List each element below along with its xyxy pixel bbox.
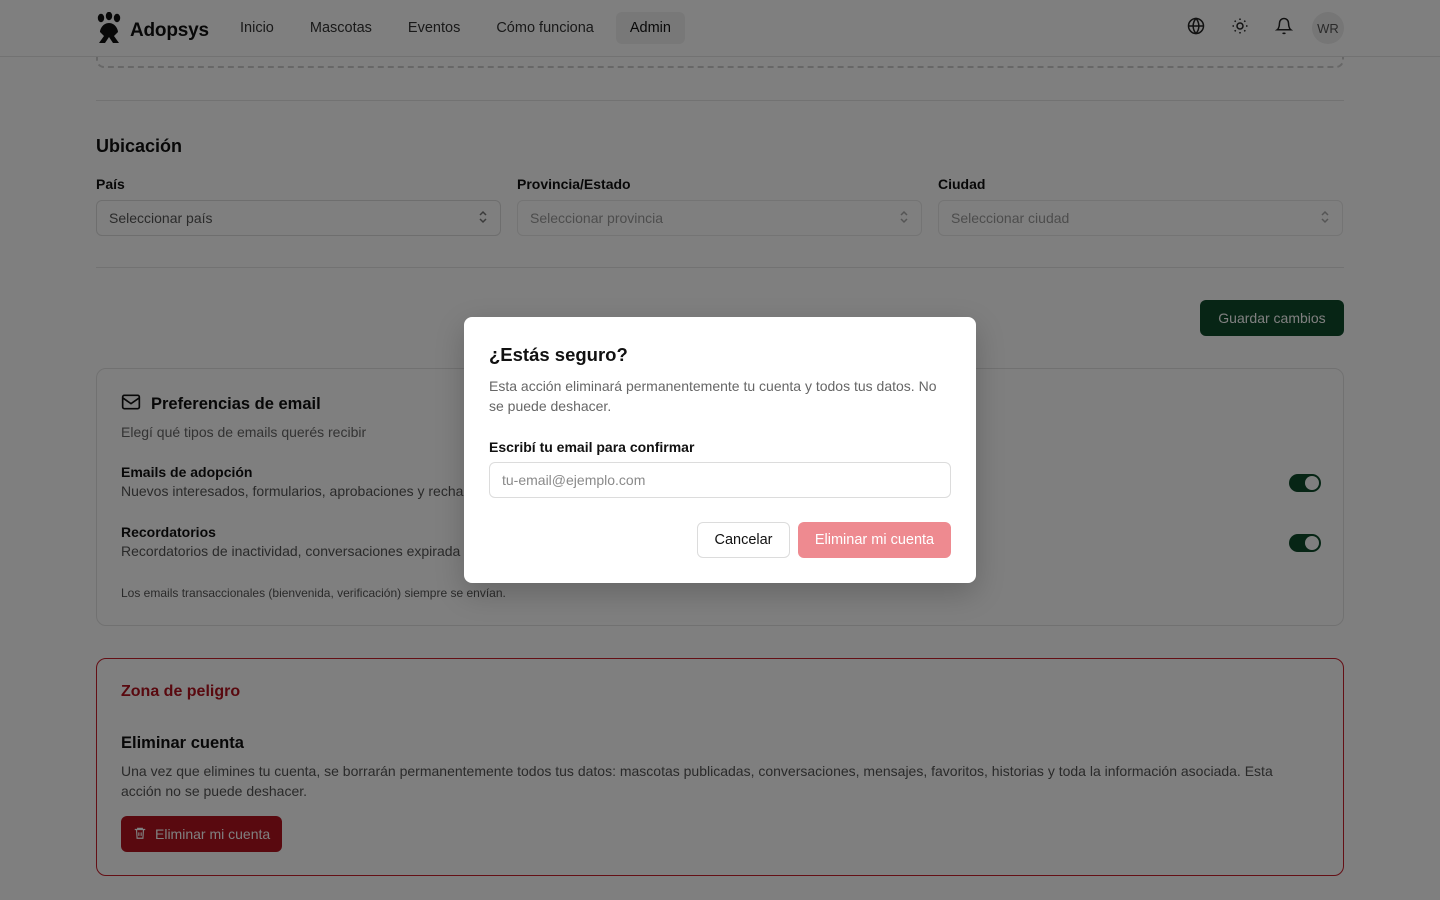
confirm-delete-dialog: ¿Estás seguro? Esta acción eliminará per… — [464, 317, 976, 583]
confirm-delete-button[interactable]: Eliminar mi cuenta — [798, 522, 951, 558]
cancel-button[interactable]: Cancelar — [697, 522, 790, 558]
confirm-email-input[interactable] — [489, 462, 951, 498]
dialog-description: Esta acción eliminará permanentemente tu… — [489, 378, 937, 414]
dialog-title: ¿Estás seguro? — [489, 344, 628, 365]
confirm-email-label: Escribí tu email para confirmar — [489, 439, 695, 455]
